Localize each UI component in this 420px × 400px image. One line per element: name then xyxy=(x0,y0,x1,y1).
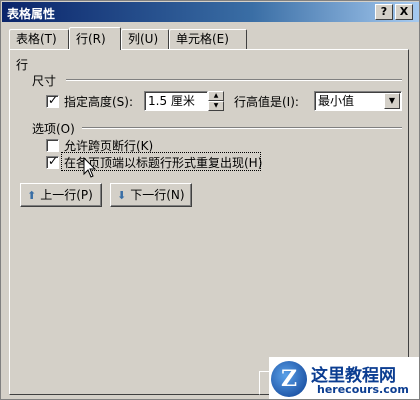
specify-height-checkbox[interactable]: ✓ xyxy=(46,93,59,108)
tab-column[interactable]: 列(U) xyxy=(121,29,169,49)
options-group-label: 选项(O) xyxy=(32,122,75,136)
next-row-label: 下一行(N) xyxy=(130,188,185,202)
height-spinner[interactable]: ▲ ▼ xyxy=(208,91,224,111)
tab-cell[interactable]: 单元格(E) xyxy=(169,29,247,49)
site-logo-icon: Z xyxy=(271,361,307,397)
close-button[interactable]: X xyxy=(395,4,413,20)
spin-down-icon[interactable]: ▼ xyxy=(208,101,224,111)
previous-row-label: 上一行(P) xyxy=(40,188,93,202)
size-group-label: 尺寸 xyxy=(32,74,57,88)
checkmark-icon: ✓ xyxy=(48,93,59,107)
row-height-mode-select[interactable]: 最小值 ▼ xyxy=(314,91,402,111)
chevron-down-icon[interactable]: ▼ xyxy=(384,93,400,109)
row-height-mode-value: 最小值 xyxy=(318,94,355,108)
previous-row-button[interactable]: ⬆ 上一行(P) xyxy=(20,183,102,207)
arrow-down-icon: ⬇ xyxy=(117,189,127,202)
table-properties-dialog: 表格属性 ? X 表格(T) 行(R) 列(U) 单元格(E) 行 尺寸 ✓ 指… xyxy=(0,0,420,400)
dialog-title: 表格属性 xyxy=(7,7,56,21)
row-height-is-label: 行高值是(I): xyxy=(234,95,299,109)
repeat-header-checkbox[interactable]: ✓ xyxy=(46,154,59,169)
title-bar[interactable]: 表格属性 ? X xyxy=(2,2,419,22)
watermark-domain: herecours.com xyxy=(317,383,409,396)
watermark: Z 这里教程网 herecours.com xyxy=(269,357,419,399)
arrow-up-icon: ⬆ xyxy=(27,189,37,202)
row-tab-panel: 行 尺寸 ✓ 指定高度(S): 1.5 厘米 ▲ ▼ 行高值是(I): 最小值 … xyxy=(9,49,409,395)
spin-up-icon[interactable]: ▲ xyxy=(208,91,224,101)
checkmark-icon: ✓ xyxy=(48,154,59,168)
help-button[interactable]: ? xyxy=(375,4,393,20)
size-separator xyxy=(66,79,402,81)
tab-row[interactable]: 行(R) xyxy=(69,27,121,50)
mouse-pointer-icon xyxy=(83,157,97,178)
specify-height-label: 指定高度(S): xyxy=(64,95,134,109)
height-input[interactable]: 1.5 厘米 xyxy=(144,91,208,111)
next-row-button[interactable]: ⬇ 下一行(N) xyxy=(110,183,192,207)
row-section-title: 行 xyxy=(16,58,29,72)
options-separator xyxy=(82,127,402,129)
tab-table[interactable]: 表格(T) xyxy=(9,29,69,49)
allow-break-checkbox[interactable] xyxy=(46,139,59,152)
